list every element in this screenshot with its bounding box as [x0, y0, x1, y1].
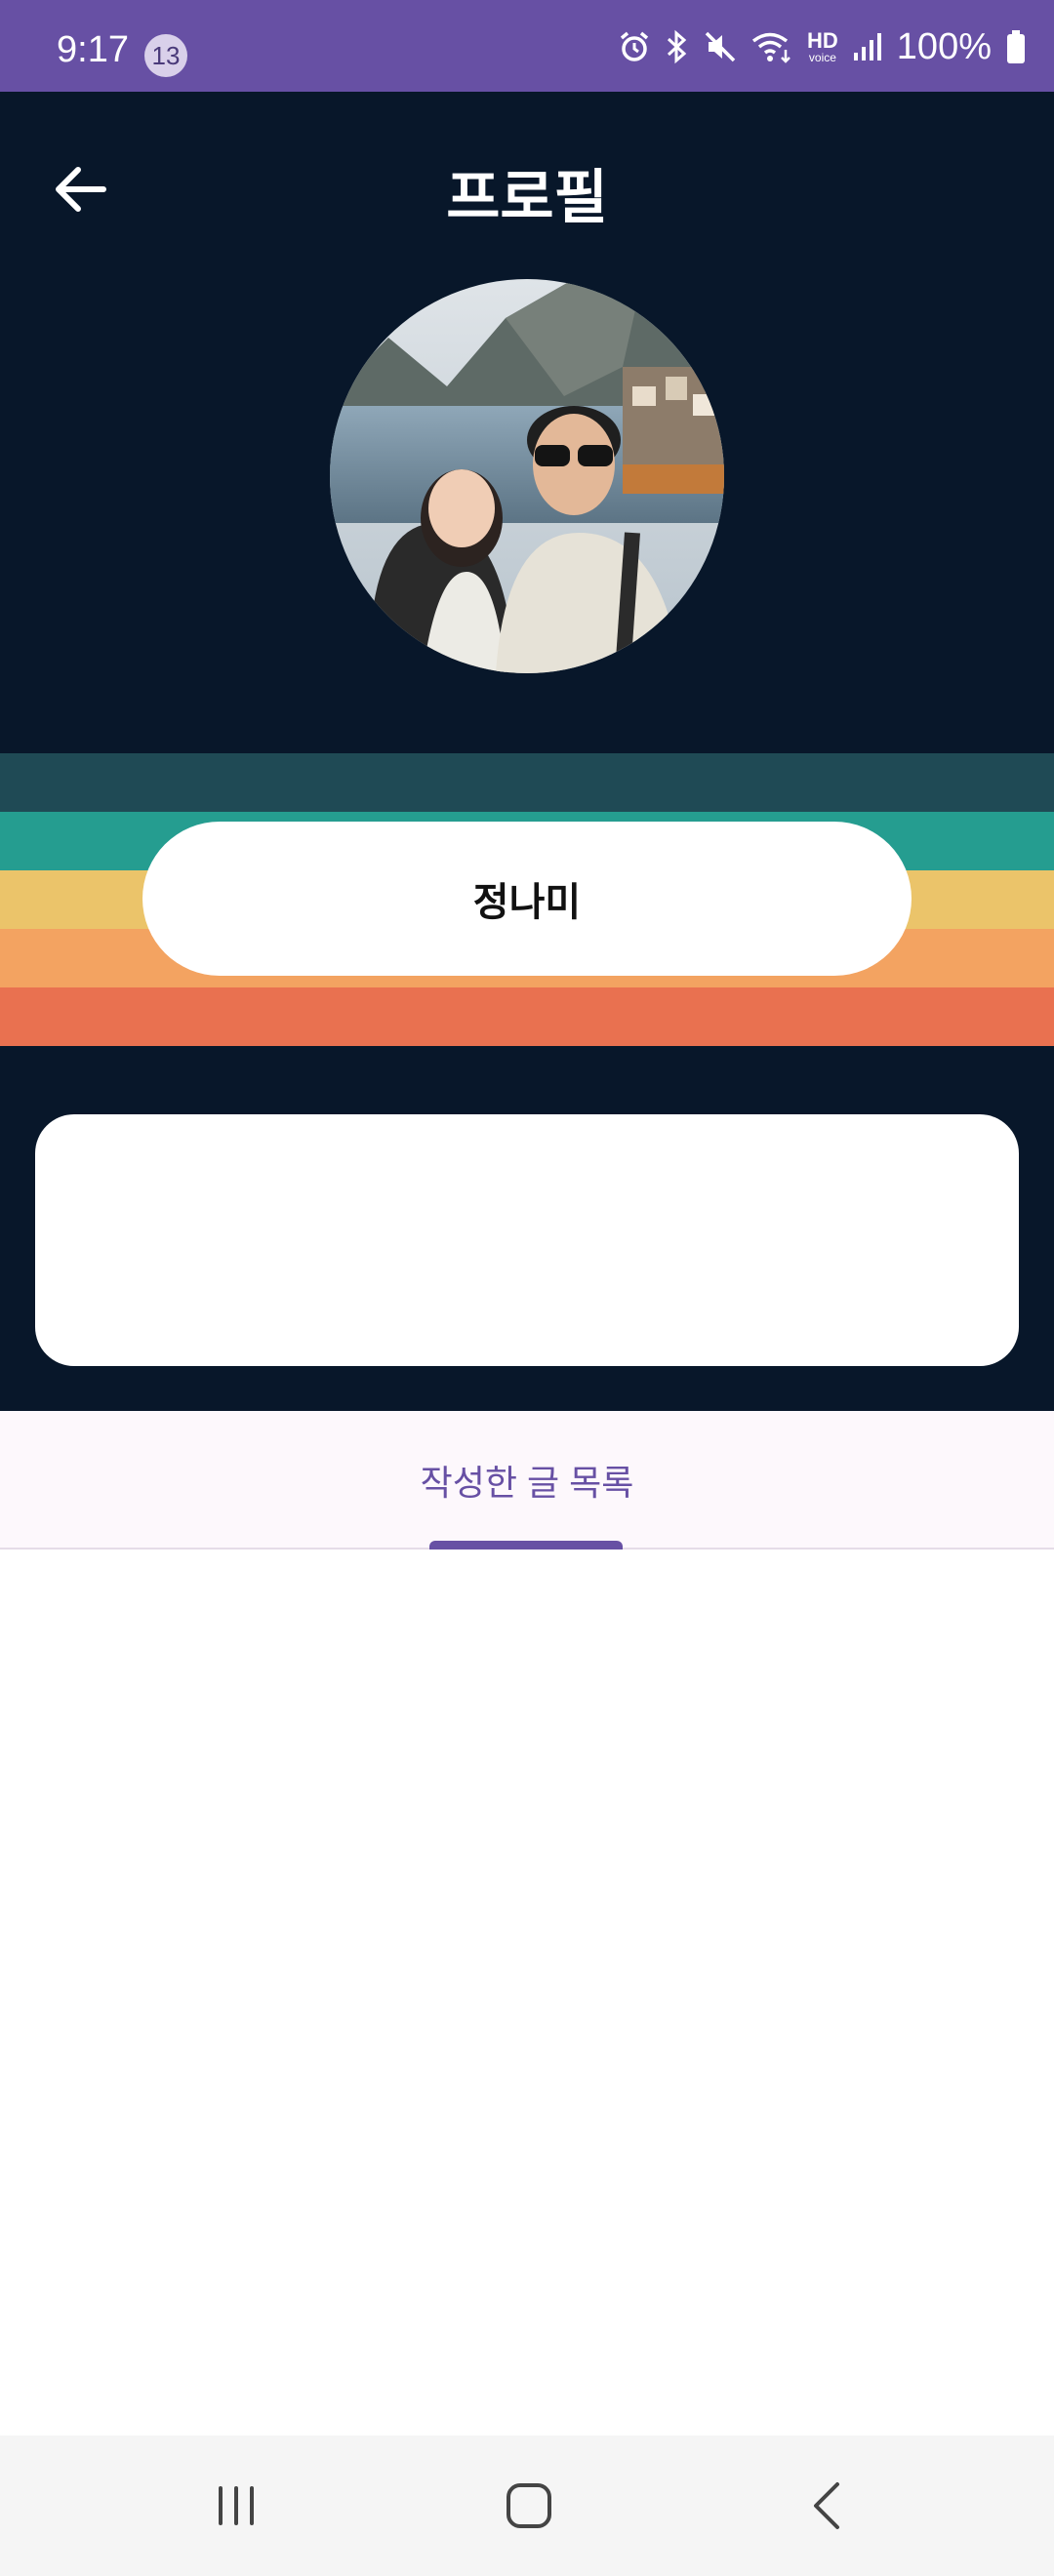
voice-label: voice [808, 51, 836, 64]
system-back-button[interactable] [769, 2471, 886, 2541]
signal-icon [853, 33, 881, 60]
back-icon [814, 2482, 839, 2529]
profile-name: 정나미 [142, 822, 912, 976]
home-icon [507, 2483, 551, 2528]
status-time: 9:17 [57, 29, 129, 70]
tab-bar: 작성한 글 목록 [0, 1411, 1054, 1550]
stripe-1 [0, 753, 1054, 812]
recent-apps-icon [219, 2486, 254, 2525]
stripe-5 [0, 987, 1054, 1046]
status-bar: 9:17 13 HD voice 100% [0, 0, 1054, 92]
notification-count-badge: 13 [144, 34, 187, 77]
hd-label: HD [807, 28, 838, 53]
avatar[interactable] [330, 279, 724, 673]
navigation-bar [0, 2435, 1054, 2576]
profile-photo [330, 279, 724, 673]
bluetooth-icon [667, 29, 687, 64]
bio-card [35, 1114, 1019, 1366]
home-button[interactable] [470, 2471, 588, 2541]
wifi-icon [751, 32, 790, 63]
profile-header: 프로필 정나미 [0, 92, 1054, 1411]
recent-apps-button[interactable] [178, 2471, 295, 2541]
mute-icon [705, 31, 736, 62]
battery-icon [1007, 30, 1025, 63]
tab-indicator [429, 1541, 623, 1550]
page-title: 프로필 [446, 165, 608, 230]
posts-list [0, 1551, 1054, 2435]
tab-my-posts[interactable]: 작성한 글 목록 [371, 1411, 683, 1550]
hd-voice-icon: HD voice [807, 28, 838, 64]
status-icons: HD voice 100% [618, 25, 1027, 67]
battery-percent: 100% [896, 25, 992, 67]
alarm-icon [620, 31, 649, 61]
